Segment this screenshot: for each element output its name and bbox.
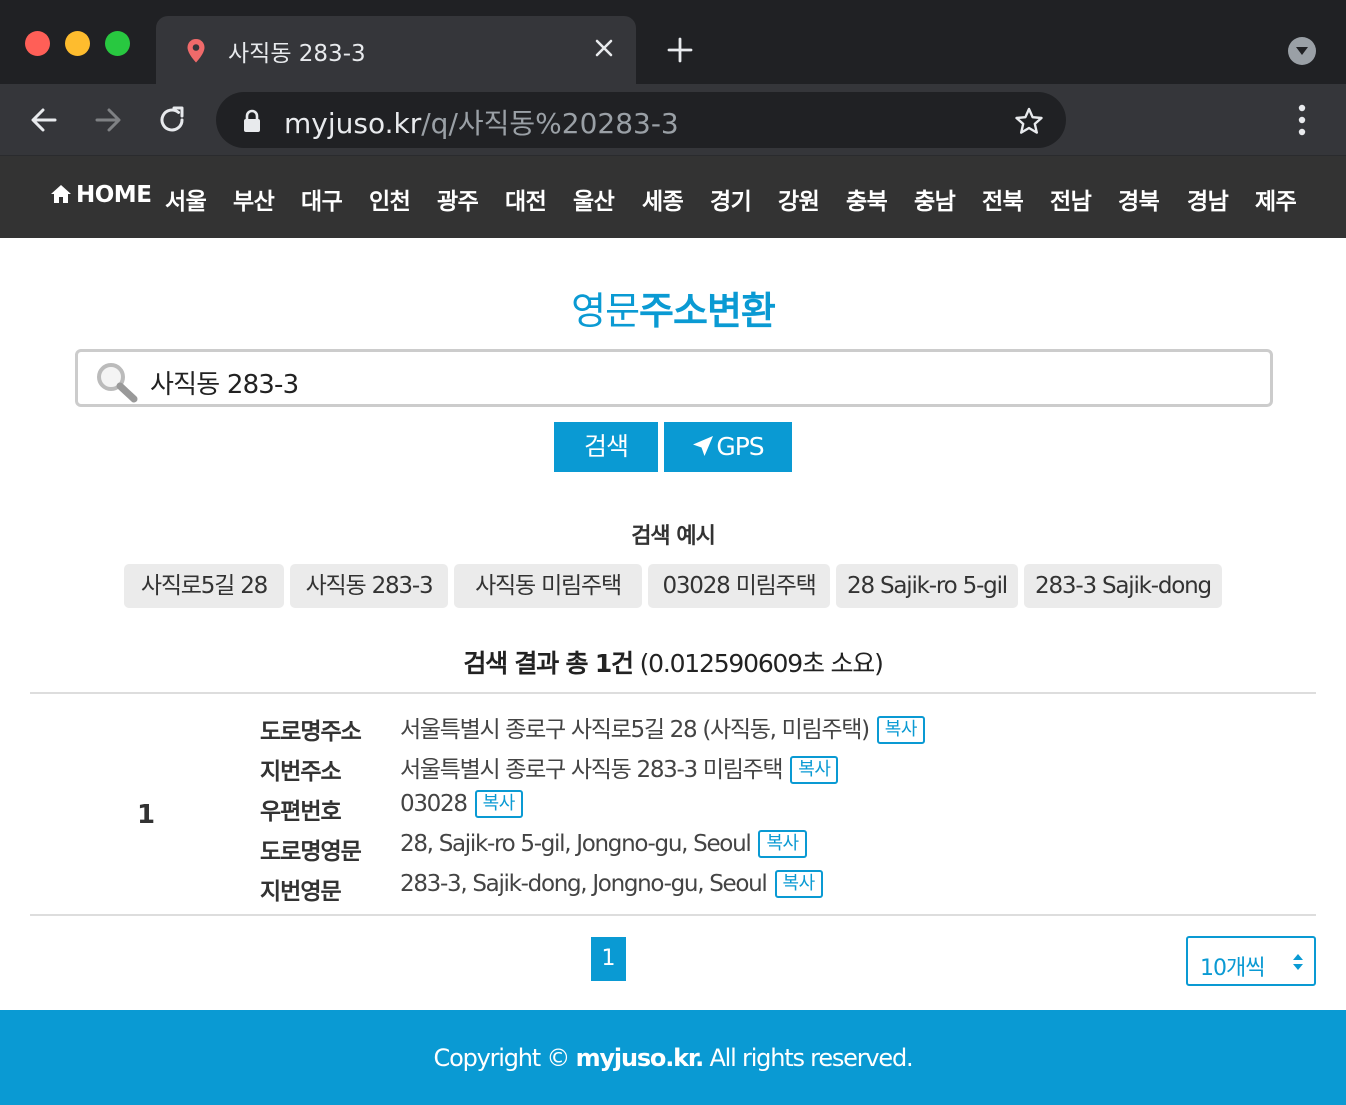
road-address-value: 서울특별시 종로구 사직로5길 28 (사직동, 미림주택)	[400, 717, 870, 743]
copyright-text: Copyright © myjuso.kr. All rights reserv…	[0, 1044, 1346, 1072]
divider	[30, 914, 1316, 916]
result-time: (0.012590609초 소요)	[639, 649, 884, 678]
gps-button[interactable]: GPS	[664, 422, 792, 472]
site-navigation: HOME 서울 부산 대구 인천 광주 대전 울산 세종 경기 강원 충북 충남…	[0, 156, 1346, 238]
nav-region-seoul[interactable]: 서울	[165, 182, 207, 216]
window-close-button[interactable]	[25, 31, 50, 56]
road-address-label: 도로명주소	[260, 719, 362, 745]
page-title-light: 영문	[571, 289, 640, 333]
road-address-field: 서울특별시 종로구 사직로5길 28 (사직동, 미림주택) 복사	[400, 710, 925, 744]
copy-button[interactable]: 복사	[774, 870, 823, 898]
jibun-english-field: 283-3, Sajik-dong, Jongno-gu, Seoul 복사	[400, 870, 823, 898]
copy-button[interactable]: 복사	[790, 756, 839, 784]
nav-home-label: HOME	[76, 182, 152, 208]
jibun-address-field: 서울특별시 종로구 사직동 283-3 미림주택 복사	[400, 750, 839, 784]
copyright-brand[interactable]: myjuso.kr.	[576, 1044, 705, 1072]
nav-region-incheon[interactable]: 인천	[369, 182, 411, 216]
map-pin-icon	[186, 38, 206, 68]
back-arrow-icon[interactable]	[28, 104, 60, 140]
postal-code-field: 03028 복사	[400, 790, 523, 818]
road-english-value: 28, Sajik-ro 5-gil, Jongno-gu, Seoul	[400, 831, 752, 857]
result-count: 검색 결과 총 1건	[463, 649, 634, 678]
copy-button[interactable]: 복사	[876, 716, 925, 744]
search-button[interactable]: 검색	[554, 422, 658, 472]
per-page-select[interactable]: 10개씩	[1186, 936, 1316, 986]
window-minimize-button[interactable]	[65, 31, 90, 56]
postal-code-label: 우편번호	[260, 799, 342, 825]
forward-arrow-icon[interactable]	[92, 104, 124, 140]
copyright-suffix: All rights reserved.	[709, 1044, 913, 1072]
browser-menu-icon[interactable]	[1290, 104, 1314, 140]
nav-region-chungnam[interactable]: 충남	[914, 182, 956, 216]
select-arrows-icon	[1292, 952, 1304, 976]
jibun-address-label: 지번주소	[260, 759, 342, 785]
example-chip[interactable]: 사직로5길 28	[124, 564, 284, 608]
example-chip[interactable]: 28 Sajik-ro 5-gil	[836, 564, 1018, 608]
close-tab-icon[interactable]	[592, 36, 616, 64]
address-bar[interactable]: myjuso.kr/q/사직동%20283-3	[216, 92, 1066, 148]
nav-region-sejong[interactable]: 세종	[642, 182, 684, 216]
tab-search-icon[interactable]	[1288, 37, 1316, 65]
tab-title: 사직동 283-3	[228, 41, 366, 67]
nav-region-chungbuk[interactable]: 충북	[846, 182, 888, 216]
browser-toolbar: myjuso.kr/q/사직동%20283-3	[0, 84, 1346, 156]
pagination-page-button[interactable]: 1	[591, 937, 626, 981]
url-path: /q/사직동%20283-3	[421, 107, 679, 140]
search-icon	[94, 360, 140, 408]
home-icon	[50, 184, 72, 210]
copyright-prefix: Copyright ©	[433, 1044, 571, 1072]
nav-region-jeju[interactable]: 제주	[1255, 182, 1297, 216]
url-host: myjuso.kr	[284, 107, 422, 140]
browser-tab[interactable]: 사직동 283-3	[156, 16, 636, 84]
road-english-label: 도로명영문	[260, 839, 362, 865]
nav-region-jeonbuk[interactable]: 전북	[982, 182, 1024, 216]
jibun-english-label: 지번영문	[260, 879, 342, 905]
postal-code-value: 03028	[400, 791, 468, 817]
nav-home[interactable]: HOME	[50, 182, 152, 210]
divider	[30, 692, 1316, 694]
nav-region-busan[interactable]: 부산	[233, 182, 275, 216]
reload-icon[interactable]	[156, 104, 188, 140]
nav-region-daegu[interactable]: 대구	[301, 182, 343, 216]
result-summary: 검색 결과 총 1건 (0.012590609초 소요)	[0, 644, 1346, 680]
footer: Copyright © myjuso.kr. All rights reserv…	[0, 1010, 1346, 1105]
per-page-value: 10개씩	[1200, 956, 1265, 981]
search-input[interactable]: 사직동 283-3	[75, 349, 1273, 407]
jibun-english-value: 283-3, Sajik-dong, Jongno-gu, Seoul	[400, 871, 768, 897]
example-chip[interactable]: 사직동 미림주택	[454, 564, 642, 608]
result-number: 1	[136, 800, 156, 830]
copy-button[interactable]: 복사	[474, 790, 523, 818]
nav-region-gyeongbuk[interactable]: 경북	[1118, 182, 1160, 216]
gps-button-label: GPS	[716, 432, 764, 461]
nav-region-gangwon[interactable]: 강원	[778, 182, 820, 216]
road-english-field: 28, Sajik-ro 5-gil, Jongno-gu, Seoul 복사	[400, 830, 807, 858]
copy-button[interactable]: 복사	[758, 830, 807, 858]
lock-icon	[242, 109, 262, 137]
example-chip[interactable]: 283-3 Sajik-dong	[1024, 564, 1222, 608]
browser-titlebar: 사직동 283-3	[0, 0, 1346, 84]
window-zoom-button[interactable]	[105, 31, 130, 56]
jibun-address-value: 서울특별시 종로구 사직동 283-3 미림주택	[400, 757, 784, 783]
search-input-value: 사직동 283-3	[150, 370, 299, 400]
nav-region-gyeongnam[interactable]: 경남	[1187, 182, 1229, 216]
page-title-strong: 주소변환	[639, 289, 776, 333]
url-text: myjuso.kr/q/사직동%20283-3	[284, 102, 679, 142]
nav-region-gwangju[interactable]: 광주	[437, 182, 479, 216]
location-arrow-icon	[693, 436, 714, 456]
bookmark-star-icon[interactable]	[1014, 106, 1044, 140]
nav-region-daejeon[interactable]: 대전	[505, 182, 547, 216]
nav-region-ulsan[interactable]: 울산	[573, 182, 615, 216]
example-chip[interactable]: 03028 미림주택	[648, 564, 830, 608]
nav-region-jeonnam[interactable]: 전남	[1050, 182, 1092, 216]
examples-title: 검색 예시	[631, 524, 716, 549]
page-title: 영문주소변환	[0, 280, 1346, 335]
new-tab-icon[interactable]	[666, 36, 694, 68]
example-chip[interactable]: 사직동 283-3	[290, 564, 448, 608]
nav-region-gyeonggi[interactable]: 경기	[710, 182, 752, 216]
